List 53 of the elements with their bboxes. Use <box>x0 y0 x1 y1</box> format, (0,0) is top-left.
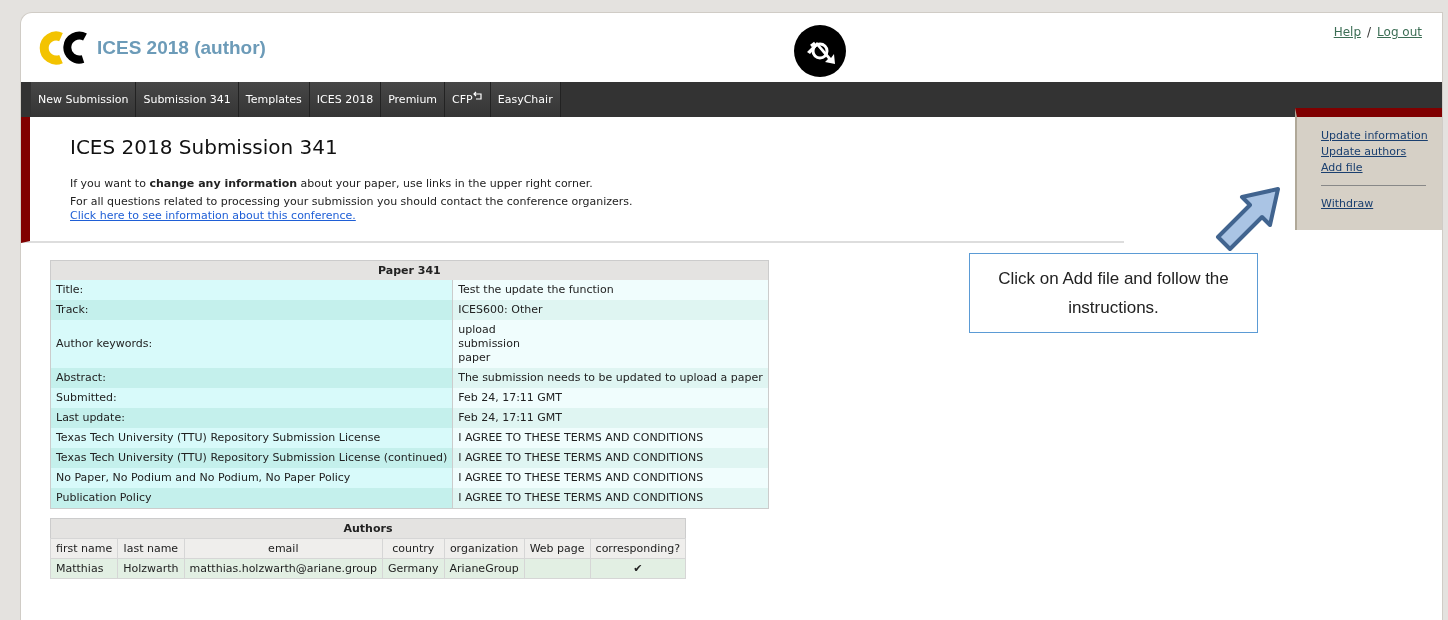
table-cell: Last update: <box>50 408 453 428</box>
page-heading: ICES 2018 Submission 341 <box>70 135 339 159</box>
nav-tab[interactable]: CFP <box>445 82 491 117</box>
menu-link[interactable]: Add file <box>1321 161 1442 174</box>
column-header: Web page <box>524 538 591 559</box>
withdraw-link[interactable]: Withdraw <box>1321 197 1442 210</box>
logout-link[interactable]: Log out <box>1377 25 1422 39</box>
nav-tab[interactable]: ICES 2018 <box>309 82 382 117</box>
table-cell: Feb 24, 17:11 GMT <box>452 388 769 408</box>
column-header: last name <box>117 538 185 559</box>
table-cell: Track: <box>50 300 453 320</box>
nav-tab[interactable]: Templates <box>238 82 310 117</box>
info-paragraph: If you want to change any information about your paper, use links in the upper right corner. <box>70 177 594 191</box>
table-title: Authors <box>50 518 686 539</box>
table-cell: Texas Tech University (TTU) Repository Submission License (continued) <box>50 448 453 468</box>
table-cell: The submission needs to be updated to upload a paper <box>452 368 769 388</box>
menu-link[interactable]: Update information <box>1321 129 1442 142</box>
table-cell: Publication Policy <box>50 488 453 509</box>
nav-tab[interactable]: New Submission <box>31 82 137 117</box>
instruction-callout: Click on Add file and follow the instructions. <box>969 253 1258 333</box>
table-cell: I AGREE TO THESE TERMS AND CONDITIONS <box>452 428 769 448</box>
column-header: country <box>382 538 445 559</box>
menu-link[interactable]: Update authors <box>1321 145 1442 158</box>
column-header: first name <box>50 538 118 559</box>
conference-info-link[interactable]: Click here to see information about this conference. <box>70 209 356 222</box>
table-cell: No Paper, No Podium and No Podium, No Paper Policy <box>50 468 453 488</box>
logo-icon <box>39 31 89 65</box>
table-cell: I AGREE TO THESE TERMS AND CONDITIONS <box>452 468 769 488</box>
table-cell: Matthias <box>50 558 118 579</box>
table-cell: Abstract: <box>50 368 453 388</box>
nav-tab[interactable]: EasyChair <box>490 82 561 117</box>
link-separator: / <box>1367 25 1372 39</box>
column-header: email <box>184 538 383 559</box>
table-cell: Author keywords: <box>50 320 453 368</box>
table-cell: Submitted: <box>50 388 453 408</box>
nav-tab[interactable]: Premium <box>381 82 446 117</box>
table-cell: I AGREE TO THESE TERMS AND CONDITIONS <box>452 448 769 468</box>
table-cell: Texas Tech University (TTU) Repository Submission License <box>50 428 453 448</box>
app-title: ICES 2018 (author) <box>97 37 266 59</box>
column-header: organization <box>444 538 525 559</box>
table-cell: ICES600: Other <box>452 300 769 320</box>
table-cell: I AGREE TO THESE TERMS AND CONDITIONS <box>452 488 769 509</box>
table-cell: Feb 24, 17:11 GMT <box>452 408 769 428</box>
sync-icon <box>792 24 847 78</box>
column-header: corresponding? <box>590 538 686 559</box>
table-cell: Title: <box>50 280 453 300</box>
nav-tab[interactable]: Submission 341 <box>136 82 239 117</box>
arrow-icon <box>1214 185 1282 253</box>
table-cell: Test the update the function <box>452 280 769 300</box>
info-paragraph: For all questions related to processing your submission you should contact the conference organizers. Click here to see information about this conference. <box>70 195 634 223</box>
help-link[interactable]: Help <box>1333 25 1362 39</box>
table-cell: upload submission paper <box>452 320 769 368</box>
table-title: Paper 341 <box>50 260 769 280</box>
